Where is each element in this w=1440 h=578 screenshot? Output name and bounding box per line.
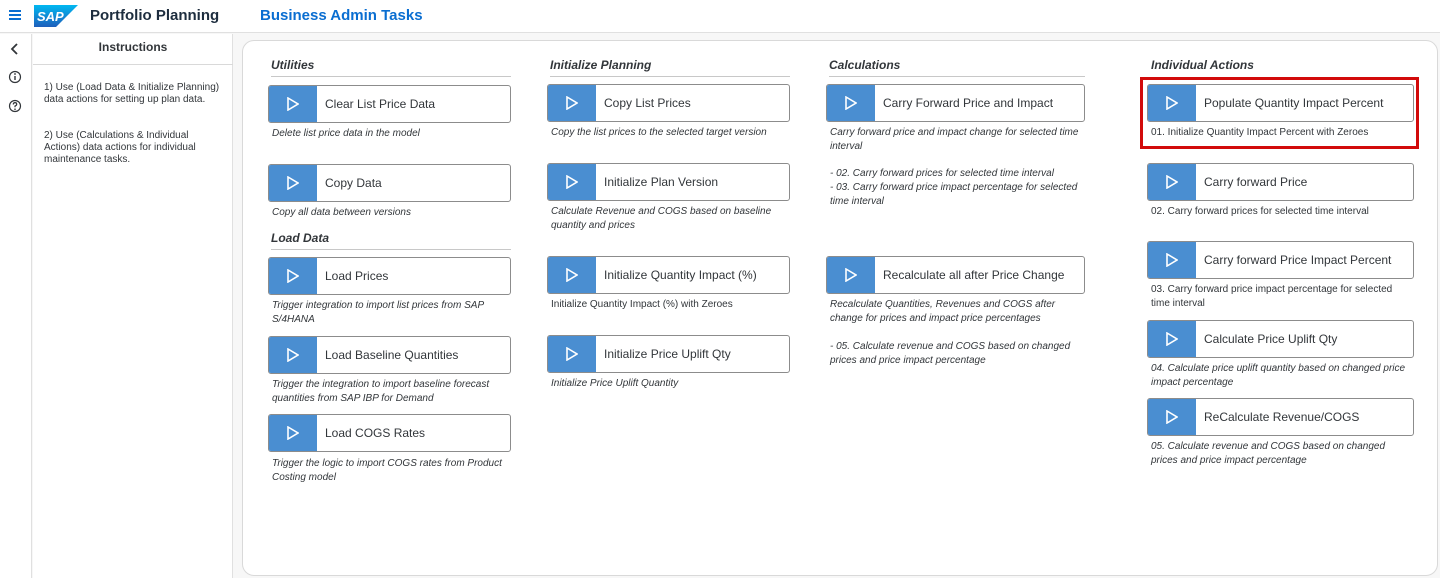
button-label: Load COGS Rates (325, 426, 426, 440)
section-title-calculations: Calculations (829, 58, 1085, 77)
action-description: 05. Calculate revenue and COGS based on … (1151, 441, 1386, 466)
action-description: Trigger the integration to import baseli… (272, 379, 490, 404)
button-label: Copy List Prices (604, 96, 691, 110)
play-icon (548, 85, 596, 121)
instructions-divider (33, 64, 233, 65)
play-icon (269, 337, 317, 373)
button-label: Load Prices (325, 269, 389, 283)
action-description: - 05. Calculate revenue and COGS based o… (830, 341, 1071, 366)
play-icon (269, 165, 317, 201)
button-label: Initialize Quantity Impact (%) (604, 268, 757, 282)
play-icon (548, 257, 596, 293)
action-description: Initialize Price Uplift Quantity (551, 378, 679, 389)
action-description: Copy all data between versions (272, 207, 411, 218)
calculate-price-uplift-qty-button[interactable]: Calculate Price Uplift Qty (1147, 320, 1414, 358)
action-description: Initialize Quantity Impact (%) with Zero… (551, 299, 733, 310)
svg-text:SAP: SAP (37, 9, 64, 24)
action-description: Delete list price data in the model (272, 128, 420, 139)
info-icon[interactable] (8, 70, 22, 84)
play-icon (1148, 242, 1196, 278)
copy-list-prices-button[interactable]: Copy List Prices (547, 84, 790, 122)
instruction-paragraph: 1) Use (Load Data & Initialize Planning)… (44, 82, 220, 105)
load-baseline-quantities-button[interactable]: Load Baseline Quantities (268, 336, 511, 374)
sap-logo[interactable]: SAP (34, 5, 78, 27)
button-label: ReCalculate Revenue/COGS (1204, 410, 1360, 424)
initialize-plan-version-button[interactable]: Initialize Plan Version (547, 163, 790, 201)
page-title: Business Admin Tasks (260, 7, 423, 24)
side-rail (0, 34, 32, 578)
instructions-panel: Instructions 1) Use (Load Data & Initial… (33, 34, 233, 578)
load-cogs-rates-button[interactable]: Load COGS Rates (268, 414, 511, 452)
instructions-title: Instructions (98, 40, 168, 54)
action-description: Recalculate Quantities, Revenues and COG… (830, 299, 1056, 324)
action-description: Trigger integration to import list price… (272, 300, 484, 325)
menu-icon[interactable] (9, 9, 21, 21)
back-icon[interactable] (8, 42, 22, 56)
shell-header: SAP Portfolio Planning Business Admin Ta… (0, 0, 1440, 33)
play-icon (1148, 164, 1196, 200)
main-card: Utilities Clear List Price Data Delete l… (242, 40, 1438, 576)
play-icon (1148, 85, 1196, 121)
play-icon (827, 257, 875, 293)
play-icon (827, 85, 875, 121)
button-label: Clear List Price Data (325, 97, 436, 111)
copy-data-button[interactable]: Copy Data (268, 164, 511, 202)
action-description: Copy the list prices to the selected tar… (551, 127, 767, 138)
section-title-individual-actions: Individual Actions (1151, 58, 1254, 72)
action-description: - 02. Carry forward prices for selected … (830, 168, 1054, 179)
section-title-load-data: Load Data (271, 231, 511, 250)
instruction-paragraph: 2) Use (Calculations & Individual Action… (44, 130, 196, 165)
button-label: Carry Forward Price and Impact (883, 96, 1054, 110)
play-icon (548, 336, 596, 372)
section-title-utilities: Utilities (271, 58, 511, 77)
action-description: 02. Carry forward prices for selected ti… (1151, 206, 1369, 217)
play-icon (269, 258, 317, 294)
play-icon (269, 86, 317, 122)
section-title-initialize-planning: Initialize Planning (550, 58, 790, 77)
action-description: 01. Initialize Quantity Impact Percent w… (1151, 127, 1369, 138)
button-label: Carry forward Price (1204, 175, 1308, 189)
help-icon[interactable] (8, 99, 22, 113)
populate-quantity-impact-percent-button[interactable]: Populate Quantity Impact Percent (1147, 84, 1414, 122)
recalculate-revenue-cogs-button[interactable]: ReCalculate Revenue/COGS (1147, 398, 1414, 436)
button-label: Copy Data (325, 176, 382, 190)
button-label: Calculate Price Uplift Qty (1204, 332, 1338, 346)
action-description: Trigger the logic to import COGS rates f… (272, 458, 502, 483)
initialize-quantity-impact-button[interactable]: Initialize Quantity Impact (%) (547, 256, 790, 294)
action-description: Calculate Revenue and COGS based on base… (551, 206, 772, 231)
action-description: - 03. Carry forward price impact percent… (830, 182, 1078, 207)
button-label: Populate Quantity Impact Percent (1204, 96, 1384, 110)
action-description: 03. Carry forward price impact percentag… (1151, 284, 1393, 309)
carry-forward-price-impact-percent-button[interactable]: Carry forward Price Impact Percent (1147, 241, 1414, 279)
carry-forward-price-and-impact-button[interactable]: Carry Forward Price and Impact (826, 84, 1085, 122)
initialize-price-uplift-qty-button[interactable]: Initialize Price Uplift Qty (547, 335, 790, 373)
clear-list-price-data-button[interactable]: Clear List Price Data (268, 85, 511, 123)
app-title: Portfolio Planning (90, 7, 220, 24)
play-icon (548, 164, 596, 200)
play-icon (269, 415, 317, 451)
play-icon (1148, 399, 1196, 435)
play-icon (1148, 321, 1196, 357)
action-description: Carry forward price and impact change fo… (830, 127, 1079, 152)
carry-forward-price-button[interactable]: Carry forward Price (1147, 163, 1414, 201)
load-prices-button[interactable]: Load Prices (268, 257, 511, 295)
action-description: 04. Calculate price uplift quantity base… (1151, 363, 1406, 388)
button-label: Carry forward Price Impact Percent (1204, 253, 1392, 267)
button-label: Recalculate all after Price Change (883, 268, 1065, 282)
recalculate-all-after-price-change-button[interactable]: Recalculate all after Price Change (826, 256, 1085, 294)
button-label: Initialize Price Uplift Qty (604, 347, 731, 361)
button-label: Initialize Plan Version (604, 175, 719, 189)
button-label: Load Baseline Quantities (325, 348, 459, 362)
